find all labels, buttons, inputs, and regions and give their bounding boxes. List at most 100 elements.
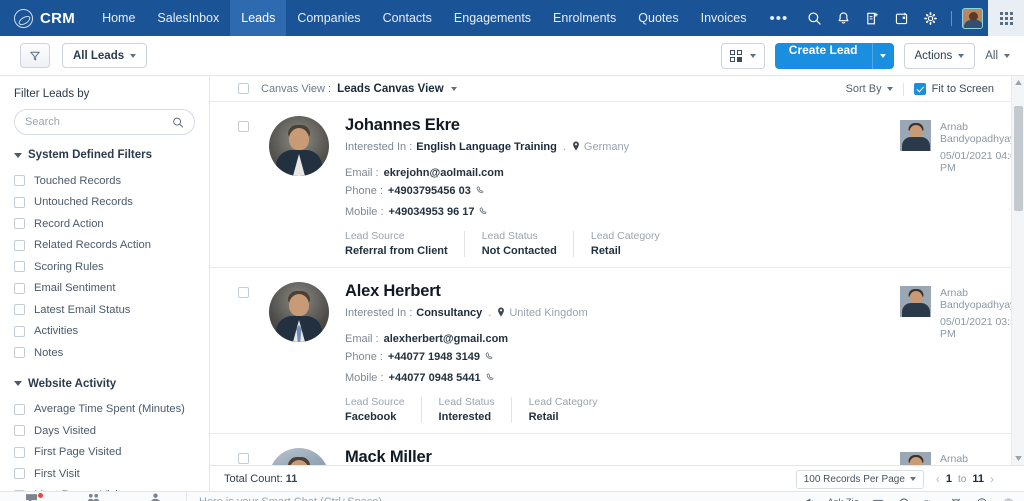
records-per-page-dropdown[interactable]: 100 Records Per Page (795, 469, 924, 489)
megaphone-icon[interactable] (796, 492, 820, 501)
phone-call-icon[interactable] (479, 203, 488, 221)
leads-view-selector[interactable]: All Leads (62, 43, 148, 68)
lead-location: United Kingdom (509, 307, 588, 319)
avatar[interactable] (959, 0, 986, 36)
sidebar-group-website-activity[interactable]: Website Activity (0, 378, 209, 390)
row-checkbox[interactable] (238, 121, 249, 132)
zia-voice-icon[interactable]: Zia (918, 492, 942, 501)
sidebar-group-system-defined-filters[interactable]: System Defined Filters (0, 149, 209, 161)
checkbox[interactable] (14, 261, 25, 273)
nav-item-salesinbox[interactable]: SalesInbox (146, 0, 230, 36)
nav-item-enrolments[interactable]: Enrolments (542, 0, 627, 36)
phone-call-icon[interactable] (476, 182, 485, 200)
sidebar-item-scoring-rules[interactable]: Scoring Rules (0, 256, 209, 278)
email-value[interactable]: alexherbert@gmail.com (384, 333, 508, 345)
scroll-up-icon[interactable] (1012, 76, 1024, 89)
scroll-down-icon[interactable] (1012, 452, 1024, 465)
nav-item-companies[interactable]: Companies (286, 0, 371, 36)
checkbox-checked[interactable] (913, 83, 926, 95)
sidebar-item-untouched-records[interactable]: Untouched Records (0, 192, 209, 214)
phone-row: Phone : +44077 1948 3149 (345, 348, 1024, 366)
lead-record-row[interactable]: Alex Herbert Interested In : Consultancy… (210, 268, 1024, 434)
previous-page-button[interactable]: ‹ (936, 472, 940, 486)
sidebar-item-record-action[interactable]: Record Action (0, 213, 209, 235)
main-nav-items: Home SalesInbox Leads Companies Contacts… (91, 0, 800, 36)
contacts-button[interactable]: Contacts (124, 492, 186, 501)
sidebar-item-email-sentiment[interactable]: Email Sentiment (0, 278, 209, 300)
checkbox[interactable] (14, 218, 25, 230)
all-filter-dropdown[interactable]: All (985, 50, 1010, 62)
chats-button[interactable]: Chats (0, 492, 62, 501)
sidebar-item-related-records-action[interactable]: Related Records Action (0, 235, 209, 257)
funnel-icon[interactable] (20, 43, 50, 68)
checkbox[interactable] (14, 403, 25, 415)
search-field[interactable] (25, 116, 172, 128)
ask-zia-button[interactable]: Ask Zia (822, 497, 864, 501)
sidebar-item-activities[interactable]: Activities (0, 321, 209, 343)
nav-item-contacts[interactable]: Contacts (372, 0, 443, 36)
sort-by-dropdown[interactable]: Sort By (846, 83, 893, 95)
field-value: Retail (590, 245, 621, 257)
sidebar-item-average-time-spent[interactable]: Average Time Spent (Minutes) (0, 399, 209, 421)
lead-record-row[interactable]: Johannes Ekre Interested In : English La… (210, 102, 1024, 268)
fit-to-screen-toggle[interactable]: Fit to Screen (913, 83, 994, 95)
sidebar-item-days-visited[interactable]: Days Visited (0, 420, 209, 442)
sidebar-item-notes[interactable]: Notes (0, 342, 209, 364)
checkbox[interactable] (14, 446, 25, 458)
create-lead-button[interactable]: Create Lead (774, 43, 894, 69)
checkbox[interactable] (14, 282, 25, 294)
email-value[interactable]: ekrejohn@aolmail.com (384, 167, 504, 179)
trash-icon[interactable] (996, 492, 1020, 501)
checkbox[interactable] (14, 347, 25, 359)
row-checkbox[interactable] (238, 287, 249, 298)
canvas-view-selector[interactable]: Leads Canvas View (337, 83, 444, 95)
add-note-icon[interactable] (859, 0, 886, 36)
field-lead-category: Lead Category Retail (572, 230, 676, 257)
alarm-clock-icon[interactable] (944, 492, 968, 501)
nav-item-home[interactable]: Home (91, 0, 146, 36)
search-icon[interactable] (801, 0, 828, 36)
grid-view-icon[interactable] (720, 43, 765, 69)
nav-item-engagements[interactable]: Engagements (443, 0, 542, 36)
sidebar-group-label: System Defined Filters (28, 149, 152, 161)
owner-avatar (900, 120, 931, 151)
checkbox[interactable] (14, 304, 25, 316)
game-controller-icon[interactable] (866, 492, 890, 501)
phone-call-icon[interactable] (485, 348, 494, 366)
phone-call-icon[interactable] (486, 369, 495, 387)
notification-bell-icon[interactable] (830, 0, 857, 36)
interested-in-value: English Language Training (416, 141, 557, 153)
nav-item-invoices[interactable]: Invoices (690, 0, 758, 36)
actions-button[interactable]: Actions (903, 43, 976, 69)
scrollbar-thumb[interactable] (1014, 106, 1023, 211)
nav-item-leads[interactable]: Leads (230, 0, 287, 36)
checkbox[interactable] (14, 196, 25, 208)
sidebar-item-label: Average Time Spent (Minutes) (34, 403, 185, 416)
calendar-icon[interactable] (888, 0, 915, 36)
settings-gear-icon[interactable] (917, 0, 944, 36)
sidebar-item-first-page-visited[interactable]: First Page Visited (0, 442, 209, 464)
checkbox[interactable] (14, 425, 25, 437)
sidebar-item-touched-records[interactable]: Touched Records (0, 170, 209, 192)
checkbox[interactable] (14, 468, 25, 480)
undo-clock-icon[interactable] (892, 492, 916, 501)
history-clock-icon[interactable] (970, 492, 994, 501)
row-checkbox[interactable] (238, 453, 249, 464)
checkbox[interactable] (14, 175, 25, 187)
checkbox[interactable] (14, 239, 25, 251)
channels-button[interactable]: Channels (62, 492, 124, 501)
apps-grid-icon[interactable] (988, 0, 1024, 36)
brand-logo[interactable]: CRM (0, 8, 91, 28)
checkbox[interactable] (14, 325, 25, 337)
sidebar-item-latest-email-status[interactable]: Latest Email Status (0, 299, 209, 321)
field-label: Lead Category (528, 396, 598, 408)
next-page-button[interactable]: › (990, 472, 994, 486)
create-lead-dropdown[interactable] (871, 43, 894, 69)
nav-item-quotes[interactable]: Quotes (627, 0, 689, 36)
select-all-checkbox[interactable] (238, 83, 249, 94)
vertical-scrollbar[interactable] (1011, 76, 1024, 465)
sidebar-item-first-visit[interactable]: First Visit (0, 463, 209, 485)
lead-record-row[interactable]: Mack Miller Interested In : Corporate Tr… (210, 434, 1024, 465)
nav-more-button[interactable]: ••• (757, 0, 800, 36)
search-input[interactable] (14, 109, 195, 135)
